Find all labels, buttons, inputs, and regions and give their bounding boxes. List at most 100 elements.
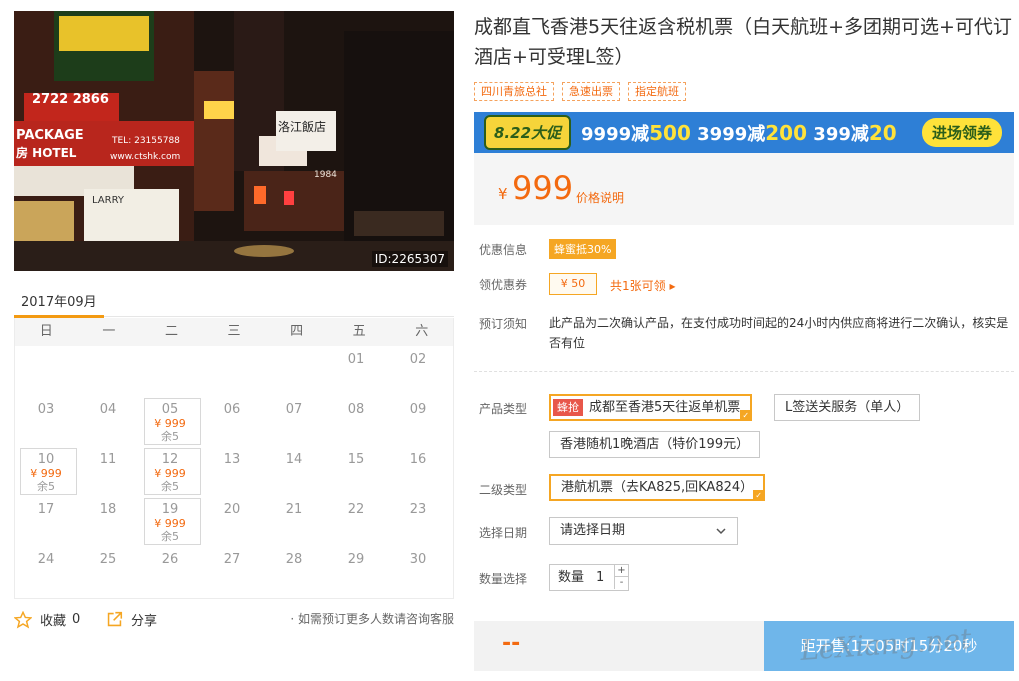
price-currency: ¥ — [498, 185, 508, 203]
total-price-placeholder: -- — [502, 631, 521, 656]
calendar-day-number: 11 — [99, 452, 117, 467]
chevron-down-icon — [715, 518, 727, 553]
calendar-day-number: 14 — [285, 452, 303, 467]
calendar-day: 21 — [263, 496, 325, 546]
calendar-empty-cell — [139, 346, 201, 396]
calendar-day[interactable]: 10 ¥ 999 余5 — [15, 446, 77, 496]
share-icon — [107, 611, 123, 627]
calendar-day-number: 01 — [347, 352, 365, 367]
tag-fast-ticket: 急速出票 — [562, 82, 620, 101]
calendar-day: 06 — [201, 396, 263, 446]
calendar-day-number: 19 — [161, 502, 179, 517]
calendar-day: 24 — [15, 546, 77, 596]
promo-part-3-pre: 399减 — [813, 123, 869, 145]
quantity-value[interactable]: 1 — [596, 565, 604, 590]
calendar-day-number: 08 — [347, 402, 365, 417]
product-type-option-flight[interactable]: 蜂抢 成都至香港5天往返单机票 — [549, 394, 753, 421]
price-explain-link[interactable]: 价格说明 — [576, 189, 624, 206]
calendar-day-number: 05 — [161, 402, 179, 417]
product-title: 成都直飞香港5天往返含税机票（白天航班+多团期可选+可代订酒店+可受理L签） — [474, 16, 1012, 68]
calendar-weekday: 六 — [415, 324, 429, 339]
product-type-option-hotel[interactable]: 香港随机1晚酒店（特价199元） — [549, 431, 761, 458]
calendar-day-number: 07 — [285, 402, 303, 417]
favorite-label: 收藏 — [40, 614, 67, 629]
calendar-day: 02 — [387, 346, 449, 396]
calendar-day: 14 — [263, 446, 325, 496]
calendar-day: 04 — [77, 396, 139, 446]
date-select[interactable]: 请选择日期 — [549, 517, 738, 545]
calendar-day-number: 30 — [409, 552, 427, 567]
calendar-day-price: ¥ 999 — [154, 467, 186, 480]
calendar-day: 11 — [77, 446, 139, 496]
calendar-day-number: 23 — [409, 502, 427, 517]
calendar-day[interactable]: 05 ¥ 999 余5 — [139, 396, 201, 446]
product-photo[interactable]: 2722 2866 PACKAGE 房 HOTEL TEL: 23155788 … — [14, 11, 454, 271]
calendar-day: 17 — [15, 496, 77, 546]
sub-type-option[interactable]: 港航机票（去KA825,回KA824） — [549, 474, 766, 501]
calendar-empty-cell — [263, 346, 325, 396]
calendar-weekday: 四 — [290, 324, 304, 339]
sale-countdown-button[interactable]: 距开售:1天05时15分20秒 — [764, 621, 1014, 671]
calendar-day[interactable]: 19 ¥ 999 余5 — [139, 496, 201, 546]
calendar-day: 29 — [325, 546, 387, 596]
calendar-day-price: ¥ 999 — [154, 517, 186, 530]
photo-sign-6: LARRY — [92, 195, 125, 206]
calendar-day-number: 09 — [409, 402, 427, 417]
promo-part-1-num: 500 — [649, 120, 691, 145]
calendar-day-price: ¥ 999 — [154, 417, 186, 430]
promo-part-2-num: 200 — [765, 120, 808, 145]
share-label: 分享 — [131, 614, 158, 629]
calendar-day: 03 — [15, 396, 77, 446]
calendar-day-number: 02 — [409, 352, 427, 367]
calendar-day-number: 12 — [161, 452, 179, 467]
share-button[interactable]: 分享 — [106, 610, 157, 629]
favorite-button[interactable]: 收藏 0 — [14, 610, 80, 629]
calendar-day-number: 17 — [37, 502, 55, 517]
calendar-weekday-header: 日一二三四五六 — [15, 318, 453, 346]
photo-sign-8: 1984 — [314, 170, 337, 180]
calendar-day: 26 — [139, 546, 201, 596]
calendar-day-number: 22 — [347, 502, 365, 517]
calendar-day[interactable]: 12 ¥ 999 余5 — [139, 446, 201, 496]
promo-part-2-pre: 3999减 — [697, 123, 766, 145]
photo-sign-4: TEL: 23155788 — [111, 136, 180, 146]
product-tags: 四川青旅总社 急速出票 指定航班 — [474, 82, 686, 101]
calendar-day: 27 — [201, 546, 263, 596]
calendar-month-tab[interactable]: 2017年09月 — [21, 291, 97, 310]
promo-banner[interactable]: 8.22大促 9999减500 3999减200 399减20 进场领券 — [474, 112, 1014, 153]
calendar-day-number: 28 — [285, 552, 303, 567]
calendar-day-number: 21 — [285, 502, 303, 517]
quantity-increase-button[interactable]: + — [614, 565, 628, 577]
coupon-claim-link[interactable]: 共1张可领 ▸ — [610, 277, 675, 294]
product-type-option-visa[interactable]: L签送关服务（单人） — [774, 394, 921, 421]
calendar-weekday: 日 — [39, 324, 53, 339]
hong-kong-night-street-image: 2722 2866 PACKAGE 房 HOTEL TEL: 23155788 … — [14, 11, 454, 271]
calendar-day: 30 — [387, 546, 449, 596]
product-actions: 收藏 0 分享 · 如需预订更多人数请咨询客服 — [14, 610, 454, 630]
purchase-bar: -- 距开售:1天05时15分20秒 — [474, 621, 1014, 671]
get-coupon-button[interactable]: 进场领券 — [921, 118, 1002, 147]
calendar-day-remaining: 余5 — [161, 530, 179, 543]
quantity-decrease-button[interactable]: - — [614, 577, 628, 589]
photo-sign-3: 房 HOTEL — [16, 145, 77, 160]
calendar-day-number: 04 — [99, 402, 117, 417]
calendar-day: 22 — [325, 496, 387, 546]
calendar-day-number: 16 — [409, 452, 427, 467]
calendar-day-number: 27 — [223, 552, 241, 567]
sub-type-label: 二级类型 — [479, 483, 528, 497]
calendar-day: 15 — [325, 446, 387, 496]
coupon-ticket[interactable]: ¥ 50 — [549, 273, 597, 295]
coupon-label: 领优惠券 — [479, 278, 528, 292]
product-type-label: 产品类型 — [479, 402, 528, 416]
promo-part-1-pre: 9999减 — [581, 123, 650, 145]
discount-info-label: 优惠信息 — [479, 243, 528, 257]
calendar-day: 01 — [325, 346, 387, 396]
calendar-day-remaining: 余5 — [161, 480, 179, 493]
calendar-empty-cell — [15, 346, 77, 396]
calendar-day-number: 26 — [161, 552, 179, 567]
booking-notice-label: 预订须知 — [479, 317, 528, 331]
calendar-weekday: 二 — [164, 324, 178, 339]
contact-service-note: · 如需预订更多人数请咨询客服 — [290, 612, 454, 626]
calendar-day: 09 — [387, 396, 449, 446]
calendar-day-number: 06 — [223, 402, 241, 417]
